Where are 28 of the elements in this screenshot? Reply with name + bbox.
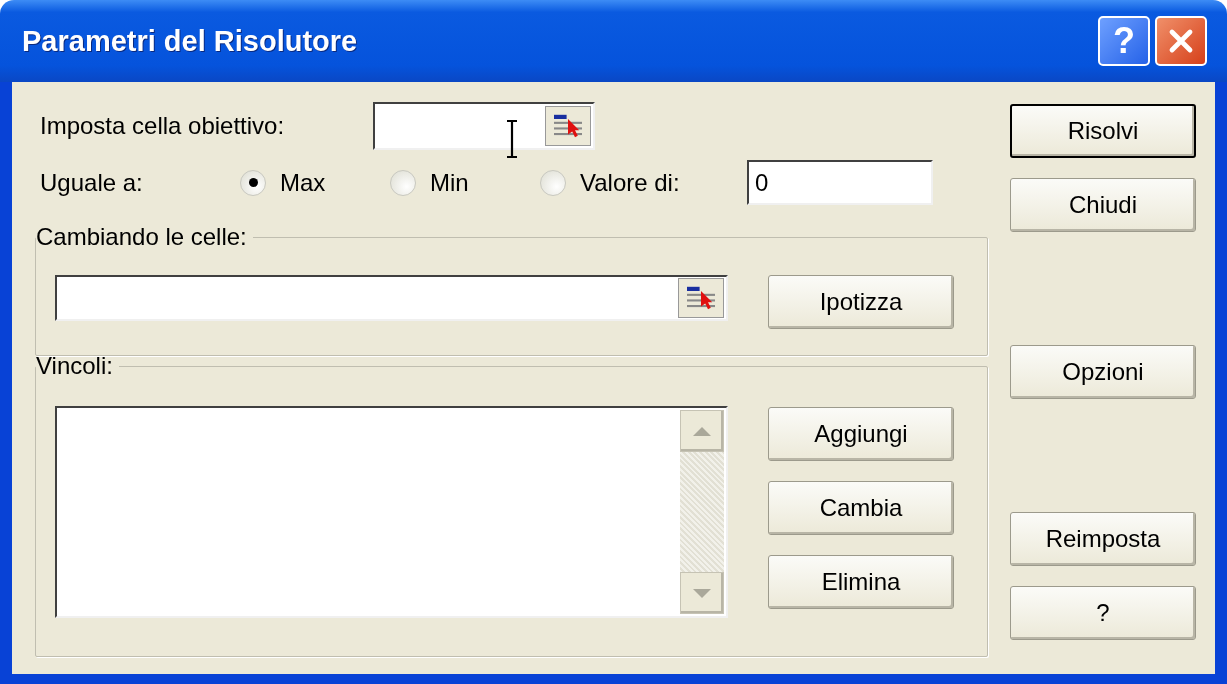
dialog-button[interactable]: Opzioni <box>1010 345 1196 399</box>
window-title: Parametri del Risolutore <box>22 24 358 58</box>
dialog-button[interactable]: Reimposta <box>1010 512 1196 566</box>
changing-cells-label: Cambiando le celle: <box>36 223 248 251</box>
radio-option[interactable]: Min <box>390 162 540 203</box>
down-arrow-icon <box>693 588 711 598</box>
constraint-button[interactable]: Aggiungi <box>768 407 954 461</box>
guess-button[interactable]: Ipotizza <box>768 275 954 329</box>
constraint-button[interactable]: Cambia <box>768 481 954 535</box>
help-button[interactable]: ? <box>1098 16 1150 66</box>
up-arrow-icon <box>693 426 711 436</box>
target-cell-label: Imposta cella obiettivo: <box>39 112 286 140</box>
radio-option[interactable]: Max <box>240 162 390 203</box>
constraint-button[interactable]: Elimina <box>768 555 954 609</box>
dialog-button[interactable]: ? <box>1010 586 1196 640</box>
constraints-label: Vincoli: <box>36 352 114 380</box>
cell-picker-button[interactable] <box>678 278 724 318</box>
value-field[interactable]: 0 <box>747 160 933 205</box>
close-button[interactable] <box>1155 16 1207 66</box>
radio-option[interactable]: Valore di: <box>540 162 747 203</box>
equal-to-label: Uguale a: <box>39 168 144 197</box>
text-cursor-icon <box>505 118 519 160</box>
cell-picker-button[interactable] <box>545 106 591 146</box>
grid-arrow-icon <box>551 112 585 140</box>
dialog-button[interactable]: Risolvi <box>1010 104 1196 158</box>
dialog-button[interactable]: Chiudi <box>1010 178 1196 232</box>
changing-cells-field[interactable] <box>55 275 728 321</box>
grid-arrow-icon <box>684 284 718 312</box>
